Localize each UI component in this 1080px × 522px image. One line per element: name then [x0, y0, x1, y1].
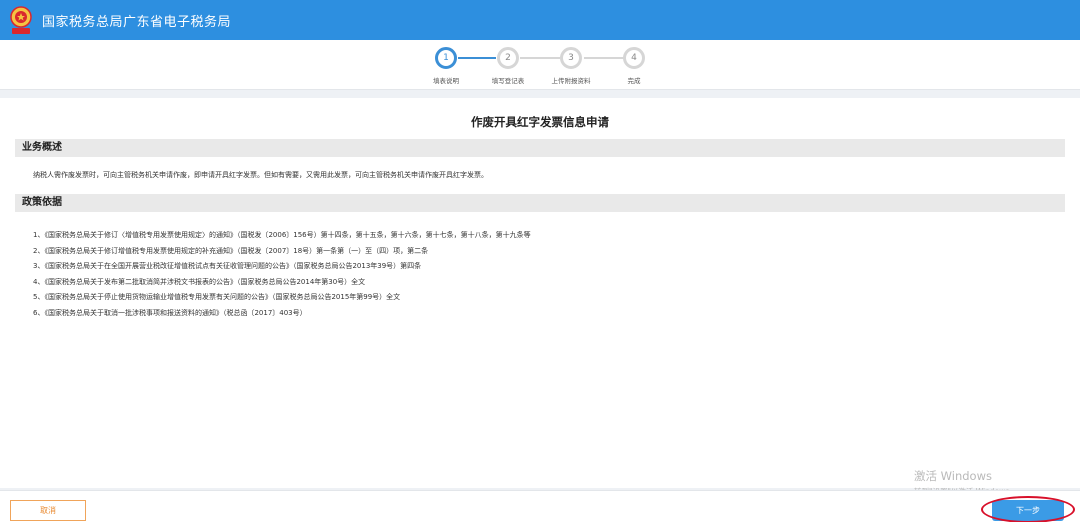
step-label: 填写登记表: [491, 77, 525, 85]
step-number: 4: [623, 47, 645, 69]
tax-emblem-icon: [8, 5, 34, 35]
policy-item: 2、《国家税务总局关于修订增值税专用发票使用规定的补充通知》（国税发〔2007〕…: [33, 246, 429, 255]
app-title: 国家税务总局广东省电子税务局: [42, 14, 232, 30]
watermark-line-1: 激活 Windows: [914, 469, 992, 483]
step-2: 2 填写登记表: [478, 47, 538, 85]
policy-list: 1、《国家税务总局关于修订〈增值税专用发票使用规定〉的通知》（国税发〔2006〕…: [33, 228, 531, 322]
step-label: 完成: [627, 77, 641, 85]
step-number: 1: [435, 47, 457, 69]
page-title: 作废开具红字发票信息申请: [471, 115, 609, 129]
step-1: 1 填表说明: [416, 47, 476, 85]
next-step-button[interactable]: 下一步: [992, 500, 1064, 521]
section-heading-policy: 政策依据: [15, 194, 1065, 212]
app-header: 国家税务总局广东省电子税务局: [0, 0, 1080, 40]
footer-bar: 取消 下一步: [0, 490, 1080, 522]
step-number: 3: [560, 47, 582, 69]
step-4: 4 完成: [604, 47, 664, 85]
main-content: 作废开具红字发票信息申请 业务概述 纳税人需作废发票时，可向主管税务机关申请作废…: [0, 98, 1080, 488]
cancel-button[interactable]: 取消: [10, 500, 86, 521]
section-heading-overview: 业务概述: [15, 139, 1065, 157]
policy-item: 3、《国家税务总局关于在全国开展营业税改征增值税试点有关征收管理问题的公告》（国…: [33, 262, 422, 271]
policy-item: 6、《国家税务总局关于取消一批涉税事项和报送资料的通知》（税总函〔2017〕40…: [33, 308, 307, 317]
policy-item: 1、《国家税务总局关于修订〈增值税专用发票使用规定〉的通知》（国税发〔2006〕…: [33, 231, 531, 239]
overview-text: 纳税人需作废发票时，可向主管税务机关申请作废，即申请开具红字发票。但如有需要，又…: [33, 171, 488, 179]
step-label: 上传附报资料: [551, 77, 591, 85]
step-label: 填表说明: [433, 77, 459, 85]
step-3: 3 上传附报资料: [541, 47, 601, 85]
step-progress-bar: 1 填表说明 2 填写登记表 3 上传附报资料 4 完成: [0, 40, 1080, 90]
step-number: 2: [497, 47, 519, 69]
policy-item: 4、《国家税务总局关于发布第二批取消简并涉税文书报表的公告》（国家税务总局公告2…: [33, 277, 366, 286]
policy-item: 5、《国家税务总局关于停止使用货物运输业增值税专用发票有关问题的公告》（国家税务…: [33, 293, 401, 302]
